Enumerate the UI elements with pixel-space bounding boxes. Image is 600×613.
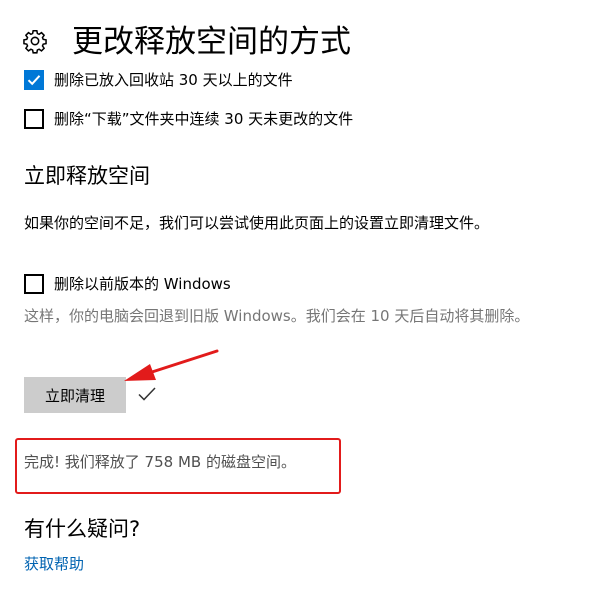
free-space-description: 如果你的空间不足，我们可以尝试使用此页面上的设置立即清理文件。 [24,214,490,232]
get-help-link[interactable]: 获取帮助 [24,552,84,576]
option-downloads[interactable]: 删除“下载”文件夹中连续 30 天未更改的文件 [24,107,353,131]
checkmark-icon [27,75,41,86]
clean-now-button[interactable]: 立即清理 [24,377,126,413]
help-heading: 有什么疑问? [24,517,141,541]
option-recycle-bin[interactable]: 删除已放入回收站 30 天以上的文件 [24,68,293,92]
recycle-bin-label: 删除已放入回收站 30 天以上的文件 [54,71,293,89]
page-title: 更改释放空间的方式 [72,24,351,60]
previous-windows-label: 删除以前版本的 Windows [54,275,231,293]
result-message: 完成! 我们释放了 758 MB 的磁盘空间。 [24,453,296,471]
downloads-label: 删除“下载”文件夹中连续 30 天未更改的文件 [54,110,354,128]
downloads-checkbox[interactable] [24,109,44,129]
gear-icon [23,29,47,54]
recycle-bin-checkbox[interactable] [24,70,44,90]
option-previous-windows[interactable]: 删除以前版本的 Windows [24,272,231,296]
free-space-now-heading: 立即释放空间 [24,164,150,188]
previous-windows-checkbox[interactable] [24,274,44,294]
previous-windows-note: 这样，你的电脑会回退到旧版 Windows。我们会在 10 天后自动将其删除。 [24,307,530,325]
checkmark-icon [138,387,156,401]
